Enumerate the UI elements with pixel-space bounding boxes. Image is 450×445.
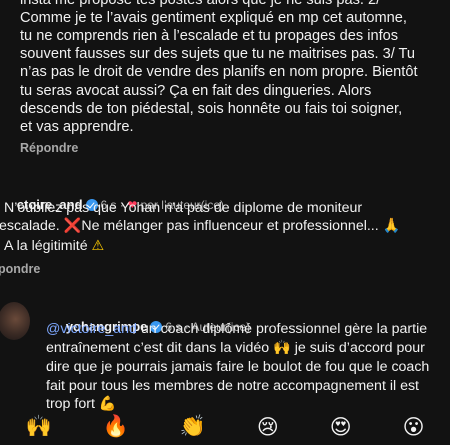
- clapping-hands-icon[interactable]: 👏: [180, 414, 206, 439]
- comment-text: Ne mélanger pas influenceur et professio…: [81, 218, 383, 234]
- comment-3-line-2: entraînement c’est dit dans la vidéo 🙌 j…: [46, 339, 425, 358]
- fire-icon[interactable]: 🔥: [103, 414, 129, 439]
- crying-face-icon[interactable]: 😢: [257, 415, 279, 439]
- comment-text: escalade.: [0, 218, 64, 234]
- comment-1-line: souvent fausses sur des sujets que tu ne…: [20, 46, 416, 62]
- praying-hands-icon: 🙏: [382, 218, 401, 234]
- heart-eyes-icon[interactable]: 😍: [330, 415, 352, 439]
- warning-icon: ⚠: [91, 238, 105, 254]
- comment-1-line: Comme je te l’avais gentiment expliqué e…: [20, 10, 407, 26]
- comment-1-line: et vas apprendre.: [20, 119, 134, 135]
- comment-1-line: n’as pas le droit de vendre des planifs …: [20, 64, 418, 80]
- comment-3-line-1: @victoire_and un coach diplômé professio…: [46, 320, 427, 339]
- comment-text: je suis d’accord pour: [290, 340, 425, 356]
- reply-button[interactable]: Répondre: [20, 141, 78, 155]
- comment-text: A la légitimité: [4, 238, 92, 254]
- comment-1-line: tu ne comprends rien à l’escalade et tu …: [20, 28, 399, 44]
- quick-reactions-bar: 🙌 🔥 👏 😢 😍 😮: [0, 408, 450, 445]
- comment-2-line: N’oubliez pas que Yohan n’a pas de diplo…: [4, 200, 363, 216]
- avatar[interactable]: [0, 302, 30, 340]
- comment-3-line: fait pour tous les membres de notre acco…: [46, 378, 420, 394]
- comment-3-line: dire que je pourrais jamais faire le bou…: [46, 359, 430, 375]
- reply-button[interactable]: pondre: [0, 262, 40, 276]
- comment-text: un coach diplômé professionnel gère la p…: [136, 321, 428, 337]
- surprised-face-icon[interactable]: 😮: [403, 415, 425, 439]
- comment-text: entraînement c’est dit dans la vidéo: [46, 340, 274, 356]
- comment-2-line-2: escalade. ❌Ne mélanger pas influenceur e…: [0, 217, 400, 236]
- comment-1-line: descends de ton piédestal, sois honnête …: [20, 101, 403, 117]
- comment-2-line-3: A la légitimité ⚠: [4, 237, 104, 256]
- raised-hands-icon: 🙌: [273, 340, 291, 356]
- comment-1-line: insta me propose tes postes alors que je…: [20, 0, 381, 8]
- mention-link[interactable]: @victoire_and: [46, 321, 137, 337]
- raised-hands-icon[interactable]: 🙌: [25, 414, 51, 439]
- cross-mark-icon: ❌: [63, 218, 82, 234]
- comment-1-line: tu seras avocat aussi? Ça en fait des di…: [20, 83, 372, 99]
